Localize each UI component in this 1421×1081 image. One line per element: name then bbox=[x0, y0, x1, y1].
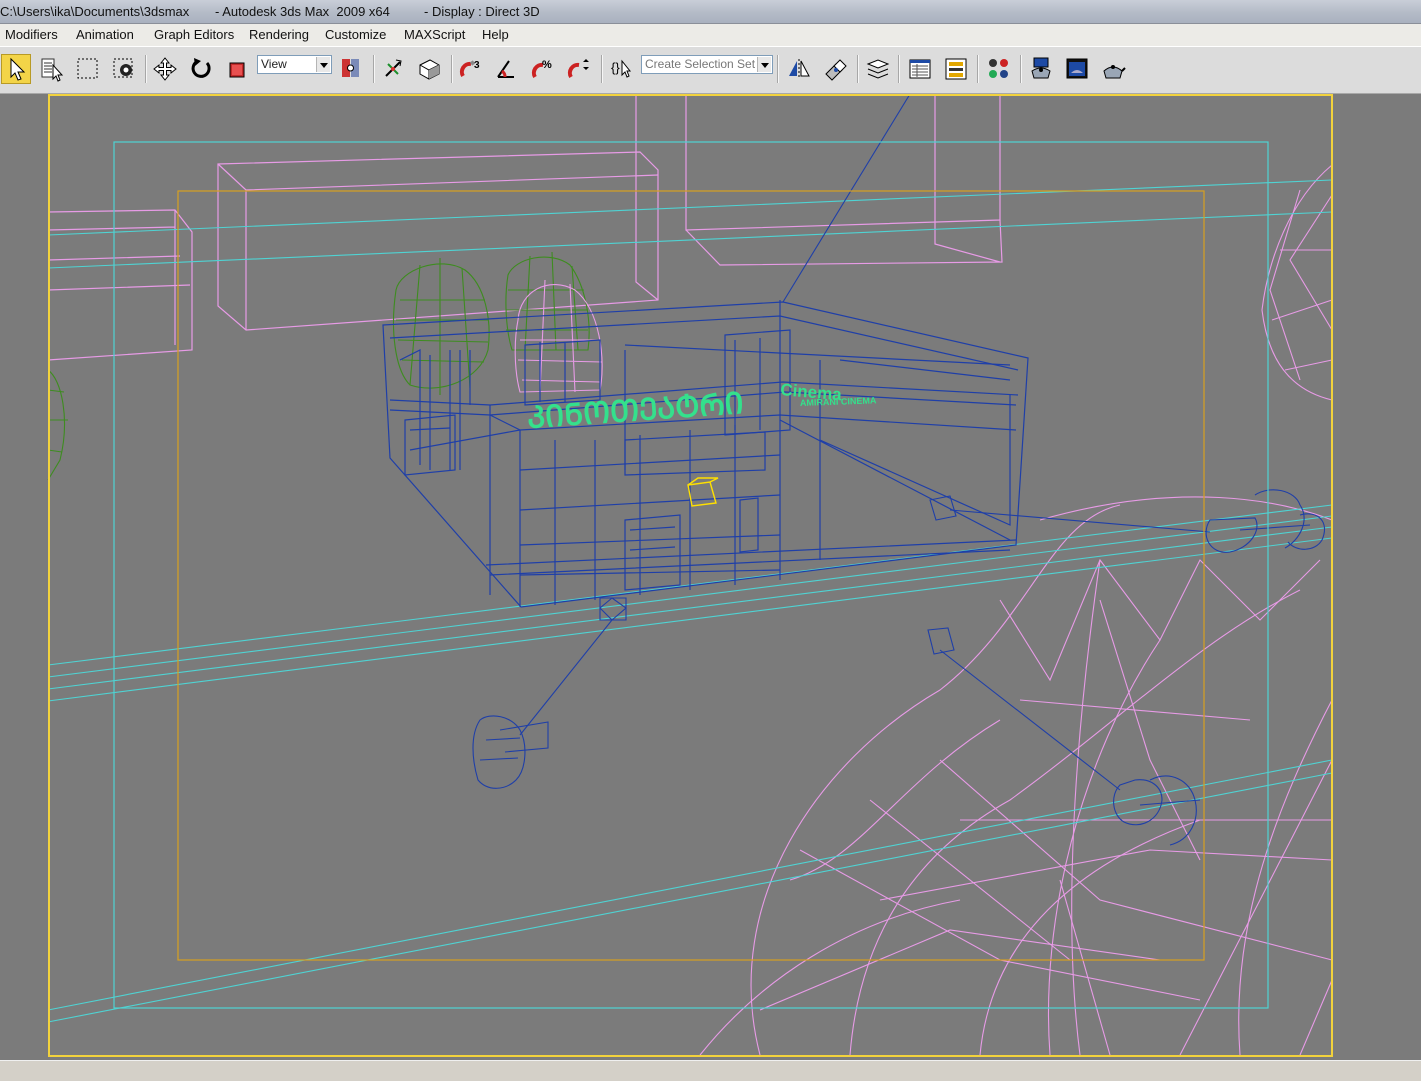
schematic-view-icon bbox=[945, 58, 967, 80]
keyboard-shortcut-override-button[interactable] bbox=[414, 54, 444, 84]
menu-modifiers[interactable]: Modifiers bbox=[5, 27, 58, 43]
toolbar-separator bbox=[601, 55, 603, 83]
toolbar-separator bbox=[898, 55, 900, 83]
menu-graph-editors[interactable]: Graph Editors bbox=[154, 27, 234, 43]
edit-named-selection-icon: {} bbox=[611, 59, 632, 78]
snaps-toggle-button[interactable]: 3 bbox=[456, 54, 486, 84]
named-selection-set-placeholder: Create Selection Set bbox=[645, 57, 756, 71]
layer-manager-icon bbox=[866, 59, 890, 79]
reference-coordinate-dropdown[interactable]: View bbox=[257, 55, 332, 74]
window-app-title: - Autodesk 3ds Max 2009 x64 bbox=[215, 4, 390, 19]
toolbar-separator bbox=[373, 55, 375, 83]
menu-bar: Modifiers Animation Graph Editors Render… bbox=[0, 24, 1421, 46]
curve-editor-icon bbox=[909, 59, 931, 79]
toolbar-separator bbox=[777, 55, 779, 83]
angle-snap-icon bbox=[497, 60, 514, 78]
svg-text:{}: {} bbox=[611, 60, 620, 75]
material-editor-button[interactable] bbox=[984, 54, 1014, 84]
svg-text:3: 3 bbox=[474, 60, 480, 71]
window-display-driver: - Display : Direct 3D bbox=[424, 4, 540, 19]
rendered-frame-window-icon bbox=[1066, 58, 1088, 79]
toolbar-separator bbox=[145, 55, 147, 83]
select-object-icon bbox=[10, 57, 26, 81]
window-crossing-button[interactable] bbox=[109, 54, 139, 84]
window-file-path: C:\Users\ika\Documents\3dsmax bbox=[0, 4, 190, 19]
select-and-manipulate-button[interactable] bbox=[378, 54, 408, 84]
menu-maxscript[interactable]: MAXScript bbox=[404, 27, 465, 43]
snaps-toggle-icon: 3 bbox=[459, 60, 480, 78]
mirror-button[interactable] bbox=[784, 54, 814, 84]
select-and-scale-icon bbox=[229, 62, 245, 78]
render-setup-button[interactable] bbox=[1026, 54, 1056, 84]
select-by-name-button[interactable] bbox=[37, 54, 67, 84]
main-toolbar: View 3 % {} Create Selection Set bbox=[0, 46, 1421, 94]
angle-snap-button[interactable] bbox=[492, 54, 522, 84]
select-and-rotate-button[interactable] bbox=[186, 54, 216, 84]
use-pivot-center-button[interactable] bbox=[336, 54, 366, 84]
quick-render-icon bbox=[1103, 65, 1126, 79]
select-by-name-icon bbox=[41, 58, 64, 82]
schematic-view-button[interactable] bbox=[941, 54, 971, 84]
rectangular-selection-button[interactable] bbox=[73, 54, 103, 84]
select-and-move-icon bbox=[153, 57, 177, 81]
reference-coordinate-value: View bbox=[261, 57, 287, 71]
align-icon bbox=[825, 59, 847, 81]
window-crossing-icon bbox=[113, 58, 133, 78]
mirror-icon bbox=[789, 59, 810, 79]
toolbar-separator bbox=[857, 55, 859, 83]
menu-animation[interactable]: Animation bbox=[76, 27, 134, 43]
status-bar bbox=[0, 1060, 1421, 1081]
title-bar: C:\Users\ika\Documents\3dsmax - Autodesk… bbox=[0, 0, 1421, 24]
select-object-button[interactable] bbox=[1, 54, 31, 84]
percent-snap-button[interactable]: % bbox=[528, 54, 558, 84]
chevron-down-icon bbox=[316, 57, 330, 72]
select-and-manipulate-icon bbox=[385, 59, 402, 77]
menu-customize[interactable]: Customize bbox=[325, 27, 386, 43]
select-and-move-button[interactable] bbox=[150, 54, 180, 84]
svg-text:%: % bbox=[542, 59, 552, 71]
chevron-down-icon bbox=[757, 57, 771, 72]
edit-named-selection-button[interactable]: {} bbox=[606, 54, 636, 84]
quick-render-button[interactable] bbox=[1098, 54, 1128, 84]
material-editor-icon bbox=[989, 59, 1008, 78]
viewport-scene: ᲙᲘᲜᲝᲗᲔᲐᲢᲠᲘ Cinema AMIRANI CINEMA bbox=[0, 94, 1421, 1060]
use-pivot-center-icon bbox=[342, 59, 359, 77]
toolbar-separator bbox=[451, 55, 453, 83]
layer-manager-button[interactable] bbox=[863, 54, 893, 84]
menu-help[interactable]: Help bbox=[482, 27, 509, 43]
spinner-snap-icon bbox=[567, 59, 589, 79]
keyboard-shortcut-override-icon bbox=[419, 59, 440, 80]
toolbar-separator bbox=[1020, 55, 1022, 83]
spinner-snap-button[interactable] bbox=[564, 54, 594, 84]
align-button[interactable] bbox=[820, 54, 850, 84]
select-and-rotate-icon bbox=[191, 58, 211, 78]
toolbar-separator bbox=[977, 55, 979, 83]
rectangular-selection-icon bbox=[77, 58, 98, 79]
perspective-viewport[interactable]: ᲙᲘᲜᲝᲗᲔᲐᲢᲠᲘ Cinema AMIRANI CINEMA bbox=[0, 94, 1421, 1060]
rendered-frame-window-button[interactable] bbox=[1062, 54, 1092, 84]
render-setup-icon bbox=[1031, 57, 1051, 79]
percent-snap-icon: % bbox=[531, 59, 552, 79]
curve-editor-button[interactable] bbox=[905, 54, 935, 84]
menu-rendering[interactable]: Rendering bbox=[249, 27, 309, 43]
select-and-scale-button[interactable] bbox=[222, 54, 252, 84]
named-selection-set-dropdown[interactable]: Create Selection Set bbox=[641, 55, 773, 74]
